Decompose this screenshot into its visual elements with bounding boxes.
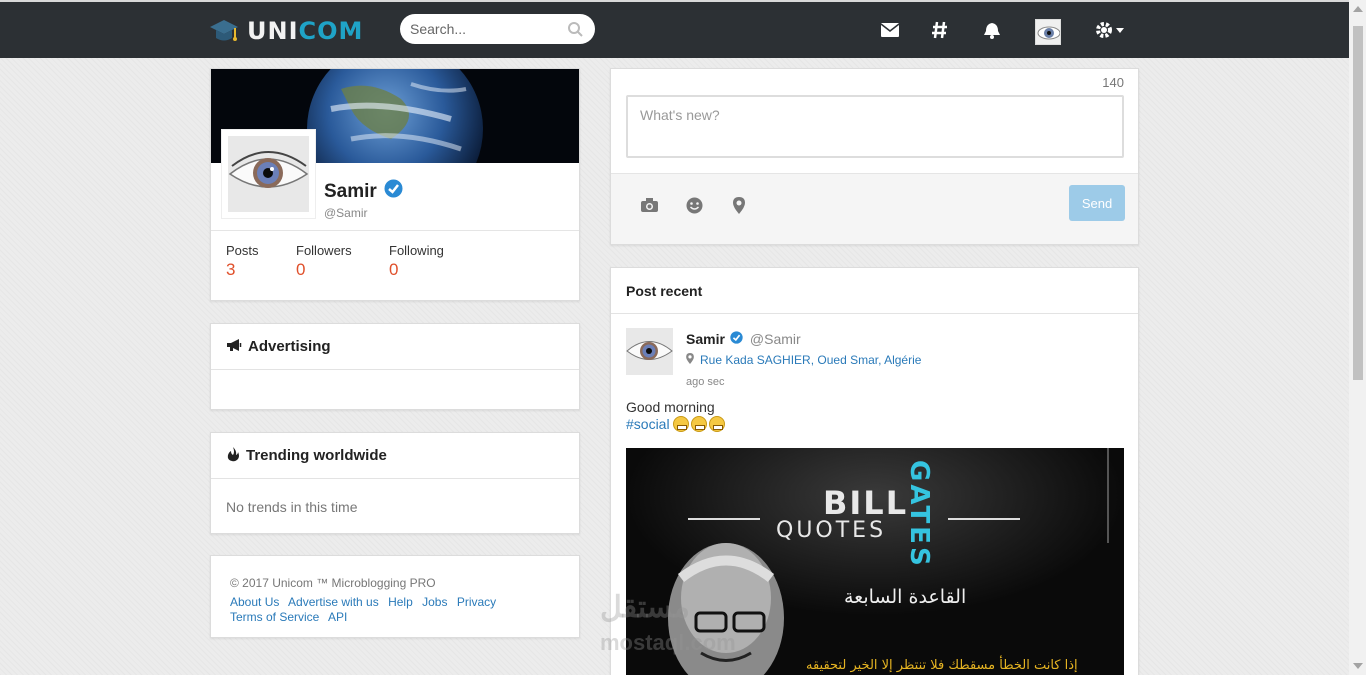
- unicom-logo[interactable]: UNICOM: [210, 16, 363, 46]
- stat-label: Posts: [226, 243, 259, 258]
- footer-link-privacy[interactable]: Privacy: [457, 595, 496, 609]
- top-navbar: UNICOM: [0, 0, 1349, 58]
- compose-textarea[interactable]: [626, 95, 1124, 158]
- post-text-line: Good morning: [626, 399, 715, 415]
- megaphone-icon: [226, 338, 242, 356]
- camera-icon[interactable]: [638, 194, 660, 216]
- smiley-icon[interactable]: [683, 194, 705, 216]
- post-author-name: Samir: [686, 331, 725, 347]
- fire-icon: [226, 446, 240, 466]
- trending-header: Trending worldwide: [211, 433, 579, 479]
- logo-text-com: COM: [298, 17, 364, 45]
- profile-avatar[interactable]: [221, 129, 316, 219]
- verified-icon: [384, 179, 403, 204]
- profile-card: Samir @Samir Posts 3 Followers 0 Followi…: [210, 68, 580, 301]
- profile-name-text: Samir: [324, 180, 377, 202]
- post-location[interactable]: Rue Kada SAGHIER, Oued Smar, Algérie: [686, 353, 921, 367]
- char-counter: 140: [1102, 75, 1124, 90]
- logo-text: UNICOM: [247, 17, 363, 45]
- post-timestamp: ago sec: [686, 376, 725, 388]
- decorative-line: [948, 518, 1020, 520]
- profile-name[interactable]: Samir: [324, 179, 403, 204]
- stat-value: 0: [296, 260, 306, 279]
- advertising-title: Advertising: [248, 338, 331, 355]
- post-location-text: Rue Kada SAGHIER, Oued Smar, Algérie: [700, 353, 922, 367]
- stat-value: 0: [389, 260, 399, 279]
- image-text-arabic-quote: إذا كانت الخطأ مسقطك فلا تنتظر إلا الخير…: [806, 658, 1078, 673]
- stat-followers[interactable]: Followers 0: [296, 243, 352, 280]
- copyright: © 2017 Unicom ™ Microblogging PRO: [230, 576, 436, 590]
- avatar[interactable]: [1035, 19, 1061, 45]
- advertising-header: Advertising: [211, 324, 579, 370]
- watermark-logo: مستقل: [600, 591, 690, 624]
- compose-card: 140 Send: [610, 68, 1139, 245]
- search-box: [400, 14, 595, 44]
- post-body: Good morning #social: [626, 399, 727, 433]
- post-author-handle: @Samir: [749, 331, 801, 347]
- footer-link-about[interactable]: About Us: [230, 595, 279, 609]
- stat-following[interactable]: Following 0: [389, 243, 444, 280]
- image-text-bill: BILL: [823, 484, 909, 522]
- footer-card: © 2017 Unicom ™ Microblogging PRO About …: [210, 555, 580, 638]
- advertising-card: Advertising: [210, 323, 580, 410]
- grimace-emoji-icon: [673, 416, 690, 432]
- logo-text-uni: UNI: [247, 17, 299, 45]
- post-avatar[interactable]: [626, 328, 673, 375]
- search-icon[interactable]: [568, 21, 583, 37]
- footer-link-jobs[interactable]: Jobs: [422, 595, 447, 609]
- footer-link-api[interactable]: API: [328, 610, 347, 624]
- map-marker-icon: [686, 353, 694, 367]
- stat-label: Following: [389, 243, 444, 258]
- stat-value: 3: [226, 260, 236, 279]
- divider: [211, 230, 579, 231]
- bell-icon[interactable]: [980, 18, 1004, 42]
- no-trends-text: No trends in this time: [226, 499, 358, 515]
- profile-handle: @Samir: [324, 206, 368, 220]
- image-text-quotes: QUOTES: [776, 518, 887, 543]
- hashtag-icon[interactable]: [928, 18, 952, 42]
- verified-icon: [730, 331, 743, 347]
- footer-links: About Us Advertise with us Help Jobs Pri…: [230, 595, 530, 625]
- search-input[interactable]: [410, 21, 558, 37]
- trending-title: Trending worldwide: [246, 447, 387, 464]
- send-button[interactable]: Send: [1069, 185, 1125, 221]
- compose-toolbar: Send: [611, 173, 1138, 244]
- hashtag-link[interactable]: #social: [626, 416, 670, 432]
- gear-icon[interactable]: [1094, 18, 1126, 42]
- grimace-emoji-icon: [691, 416, 708, 432]
- scroll-up-arrow-icon[interactable]: [1353, 6, 1363, 12]
- scrollbar-thumb[interactable]: [1353, 26, 1363, 380]
- image-text-arabic-title: القاعدة السابعة: [844, 586, 967, 608]
- graduation-cap-icon: [210, 16, 238, 46]
- footer-link-help[interactable]: Help: [388, 595, 413, 609]
- footer-link-advertise[interactable]: Advertise with us: [288, 595, 379, 609]
- scroll-down-arrow-icon[interactable]: [1353, 663, 1363, 669]
- post-author[interactable]: Samir @Samir: [686, 331, 801, 347]
- posts-header: Post recent: [611, 268, 1138, 314]
- envelope-icon[interactable]: [878, 18, 902, 42]
- watermark-url: mostaql.com: [600, 630, 736, 655]
- decorative-line: [688, 518, 760, 520]
- location-pin-icon[interactable]: [728, 194, 750, 216]
- vertical-scrollbar[interactable]: [1349, 0, 1366, 675]
- footer-link-terms[interactable]: Terms of Service: [230, 610, 319, 624]
- stat-posts[interactable]: Posts 3: [226, 243, 259, 280]
- post-tags-line: #social: [626, 416, 727, 433]
- grimace-emoji-icon: [709, 416, 726, 432]
- trending-card: Trending worldwide No trends in this tim…: [210, 432, 580, 534]
- image-text-gates: GATES: [904, 460, 934, 569]
- stat-label: Followers: [296, 243, 352, 258]
